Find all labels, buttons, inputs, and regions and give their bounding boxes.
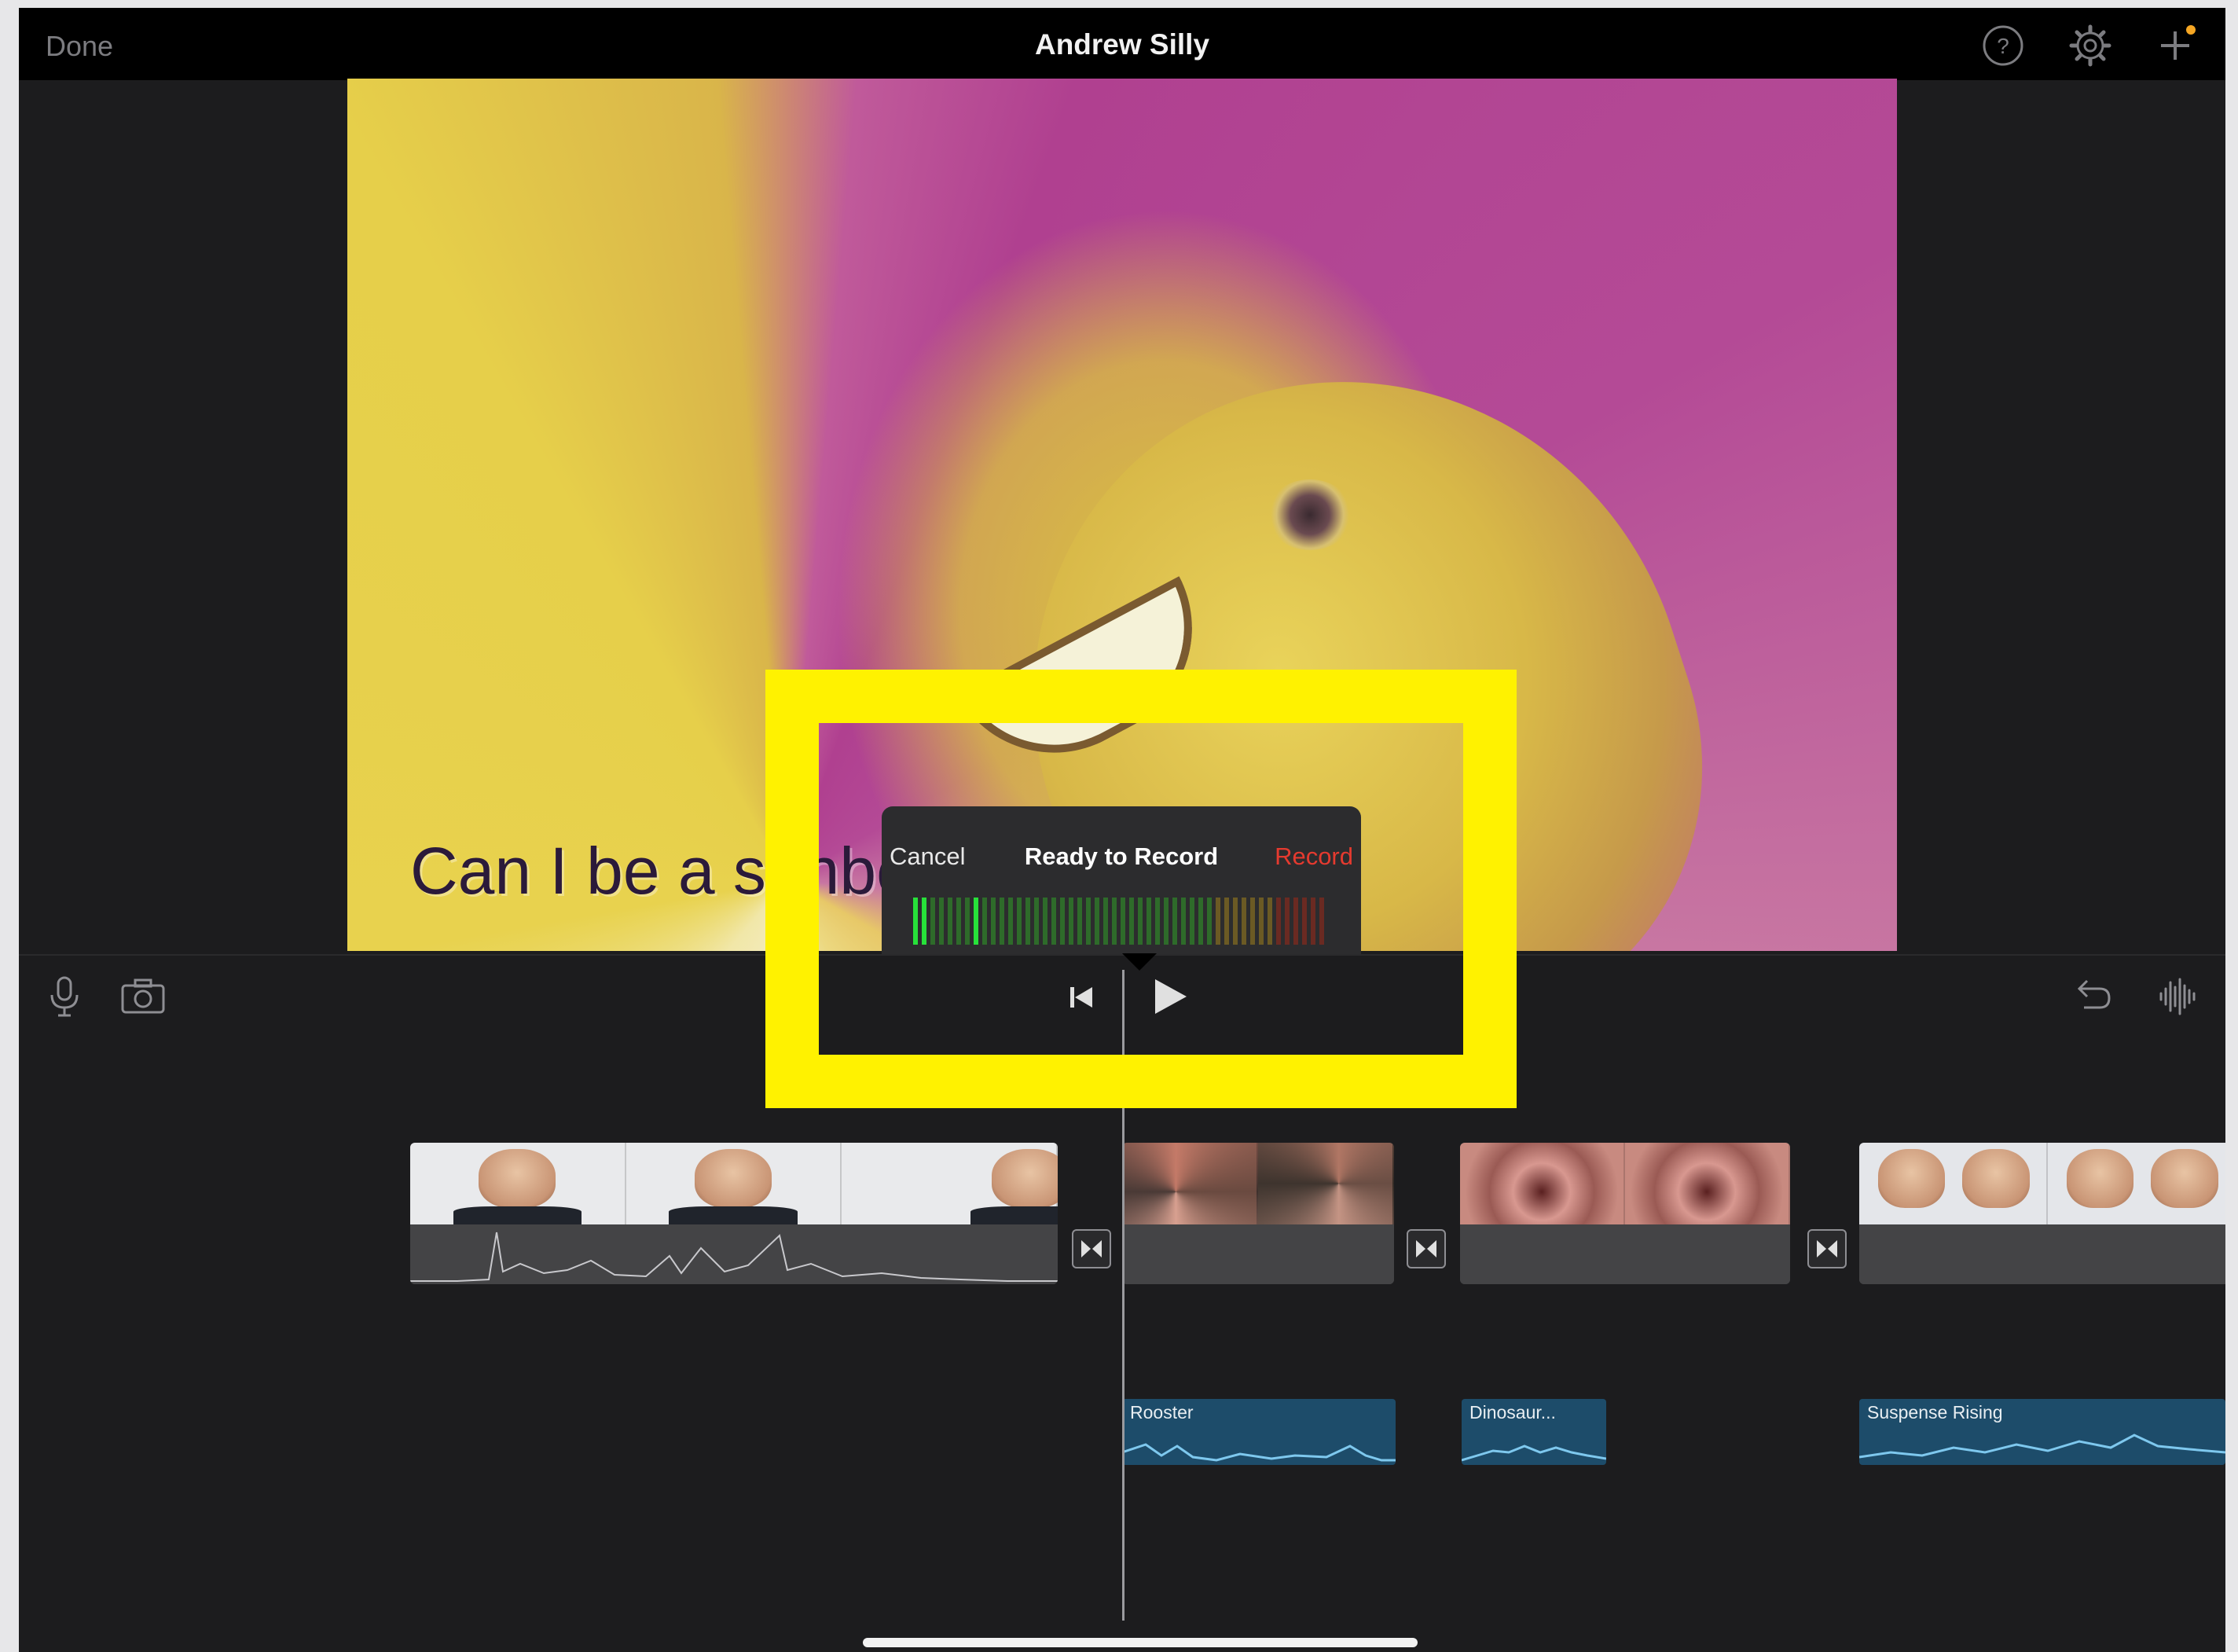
add-icon[interactable] <box>2153 24 2197 68</box>
settings-icon[interactable] <box>2068 24 2112 68</box>
clip-audio-waveform <box>410 1224 1058 1284</box>
clip-audio-track <box>1122 1224 1394 1284</box>
music-clip-label: Dinosaur... <box>1469 1402 1556 1423</box>
highlight-annotation-box <box>765 670 1517 1108</box>
clip-thumbnail <box>2048 1143 2225 1224</box>
clip-thumbnails <box>1859 1143 2225 1224</box>
music-waveform <box>1462 1445 1606 1462</box>
transition-icon[interactable] <box>1072 1229 1111 1268</box>
video-clip[interactable] <box>1122 1143 1394 1284</box>
home-indicator <box>863 1638 1418 1647</box>
top-bar: Done Andrew Silly ? <box>19 8 2225 80</box>
clip-thumbnail <box>1625 1143 1790 1224</box>
notification-dot <box>2186 25 2196 35</box>
video-clip[interactable] <box>410 1143 1058 1284</box>
video-clip[interactable] <box>1460 1143 1790 1284</box>
music-clip[interactable]: Dinosaur... <box>1462 1399 1606 1465</box>
mic-icon[interactable] <box>41 973 88 1020</box>
clip-thumbnails <box>1122 1143 1394 1224</box>
clip-thumbnail <box>1258 1143 1394 1224</box>
clip-thumbnails <box>410 1143 1058 1224</box>
clip-thumbnail <box>1859 1143 2048 1224</box>
transition-icon[interactable] <box>1407 1229 1446 1268</box>
undo-icon[interactable] <box>2068 973 2115 1020</box>
transition-icon[interactable] <box>1807 1229 1847 1268</box>
project-title: Andrew Silly <box>1034 28 1210 61</box>
help-icon[interactable]: ? <box>1981 24 2025 68</box>
clip-thumbnail <box>626 1143 842 1224</box>
clip-thumbnail <box>1122 1143 1258 1224</box>
clip-thumbnail <box>1460 1143 1625 1224</box>
clip-thumbnail <box>410 1143 626 1224</box>
clip-thumbnails <box>1460 1143 1790 1224</box>
music-clip[interactable]: Rooster <box>1122 1399 1396 1465</box>
music-waveform <box>1122 1443 1396 1462</box>
music-clip-label: Rooster <box>1130 1402 1194 1423</box>
video-clip[interactable] <box>1859 1143 2225 1284</box>
audio-waveform-icon[interactable] <box>2155 973 2202 1020</box>
clip-thumbnail <box>842 1143 1058 1224</box>
preview-eye <box>1267 479 1353 550</box>
svg-text:?: ? <box>1997 34 2009 58</box>
music-clip-label: Suspense Rising <box>1867 1402 2003 1423</box>
music-waveform <box>1859 1434 2225 1459</box>
clip-audio-track <box>1859 1224 2225 1284</box>
imovie-window: Done Andrew Silly ? Can I be a sunbeam? … <box>19 8 2225 1652</box>
camera-icon[interactable] <box>119 973 167 1020</box>
music-clip[interactable]: Suspense Rising <box>1859 1399 2225 1465</box>
clip-audio-track <box>1460 1224 1790 1284</box>
